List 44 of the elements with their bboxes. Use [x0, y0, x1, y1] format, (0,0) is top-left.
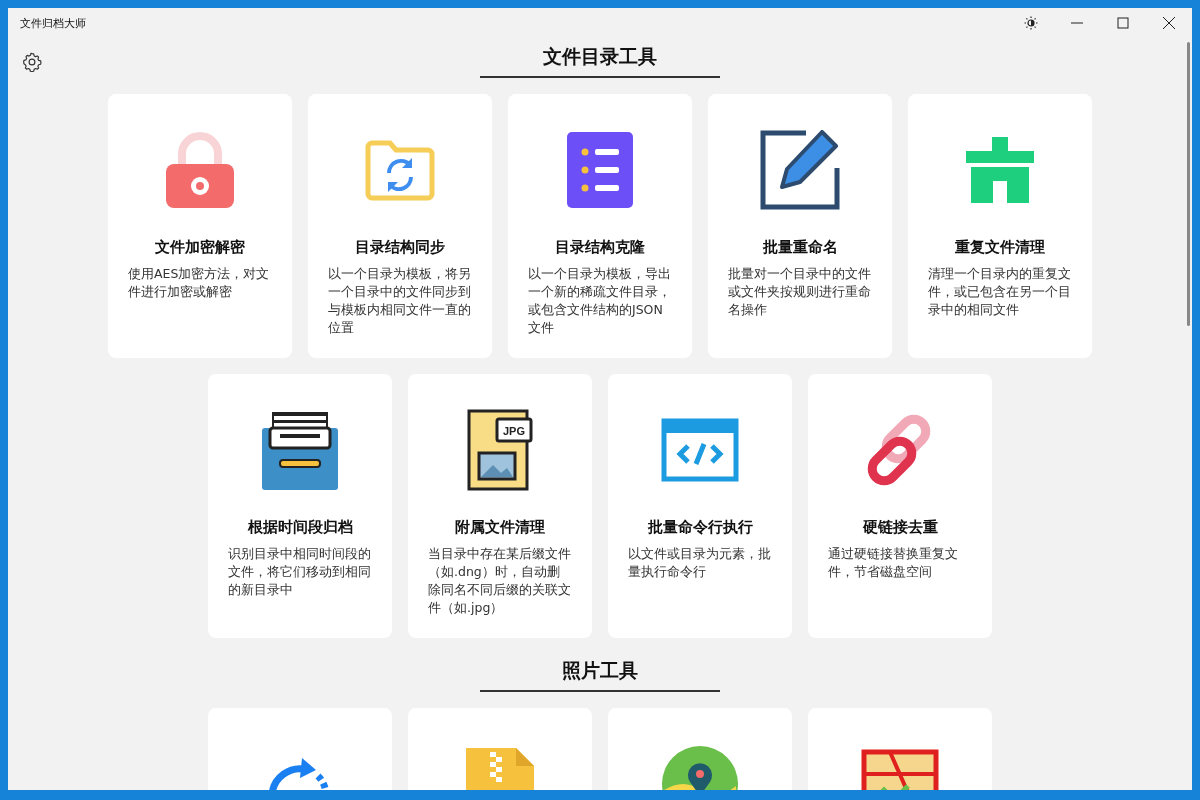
lock-icon [164, 130, 236, 210]
card-title: 目录结构同步 [355, 238, 445, 257]
code-window-icon [661, 418, 739, 482]
card-title: 附属文件清理 [455, 518, 545, 537]
tool-card[interactable]: 目录结构克隆 以一个目录为模板，导出一个新的稀疏文件目录，或包含文件结构的JSON文件 [508, 94, 692, 358]
window-title: 文件归档大师 [20, 15, 86, 31]
card-description: 以一个目录为模板，导出一个新的稀疏文件目录，或包含文件结构的JSON文件 [528, 265, 672, 337]
sun-icon [1024, 16, 1038, 30]
tool-card[interactable]: 批量命令行执行 以文件或目录为元素，批量执行命令行 [608, 374, 792, 638]
file-type-tag [495, 417, 533, 443]
card-title: 批量重命名 [762, 238, 838, 257]
card-description: 以一个目录为模板，将另一个目录中的文件同步到与模板内相同文件一直的位置 [328, 265, 472, 337]
card-description: 当目录中存在某后缀文件（如.dng）时，自动删除同名不同后缀的关联文件（如.jpg） [428, 545, 572, 617]
card-description: 以文件或目录为元素，批量执行命令行 [628, 545, 772, 581]
folder-sync-icon [365, 139, 435, 201]
card-title: 重复文件清理 [955, 238, 1045, 257]
file-type-label: JPG [503, 425, 525, 437]
settings-button[interactable] [20, 50, 44, 74]
card-description: 清理一个目录内的重复文件，或已包含在另一个目录中的相同文件 [928, 265, 1072, 319]
card-title: 目录结构克隆 [555, 238, 645, 257]
scrollbar[interactable] [1187, 42, 1190, 326]
close-icon [1163, 17, 1175, 29]
card-title: 批量命令行执行 [647, 518, 753, 537]
section-title: 照片工具 [480, 658, 720, 692]
edit-icon [760, 130, 840, 210]
settings-icon [22, 52, 42, 72]
tool-card[interactable]: 硬链接去重 通过硬链接替换重复文件，节省磁盘空间 [808, 374, 992, 638]
tool-card[interactable]: 重复文件清理 清理一个目录内的重复文件，或已包含在另一个目录中的相同文件 [908, 94, 1092, 358]
tool-card[interactable]: 批量重命名 批量对一个目录中的文件或文件夹按规则进行重命名操作 [708, 94, 892, 358]
tool-card[interactable]: 文件加密解密 使用AES加密方法，对文件进行加密或解密 [108, 94, 292, 358]
card-title: 硬链接去重 [862, 518, 938, 537]
card-title: 文件加密解密 [155, 238, 245, 257]
card-description: 批量对一个目录中的文件或文件夹按规则进行重命名操作 [728, 265, 872, 319]
card-description: 使用AES加密方法，对文件进行加密或解密 [128, 265, 271, 301]
card-description: 通过硬链接替换重复文件，节省磁盘空间 [828, 545, 959, 581]
file-cabinet-icon [260, 410, 340, 490]
tool-card[interactable]: JPG 附属文件清理 当目录中存在某后缀文件（如.dng）时，自动删除同名不同后缀的关联文件（如.jpg） [408, 374, 592, 638]
maximize-icon [1117, 17, 1129, 29]
tool-card[interactable]: 目录结构同步 以一个目录为模板，将另一个目录中的文件同步到与模板内相同文件一直的位置 [308, 94, 492, 358]
tool-card[interactable]: 根据时间段归档 识别目录中相同时间段的文件，将它们移动到相同的新目录中 [208, 374, 392, 638]
list-icon [567, 132, 633, 208]
card-title: 根据时间段归档 [247, 518, 353, 537]
section-title: 文件目录工具 [480, 44, 720, 78]
card-description: 识别目录中相同时间段的文件，将它们移动到相同的新目录中 [228, 545, 372, 599]
